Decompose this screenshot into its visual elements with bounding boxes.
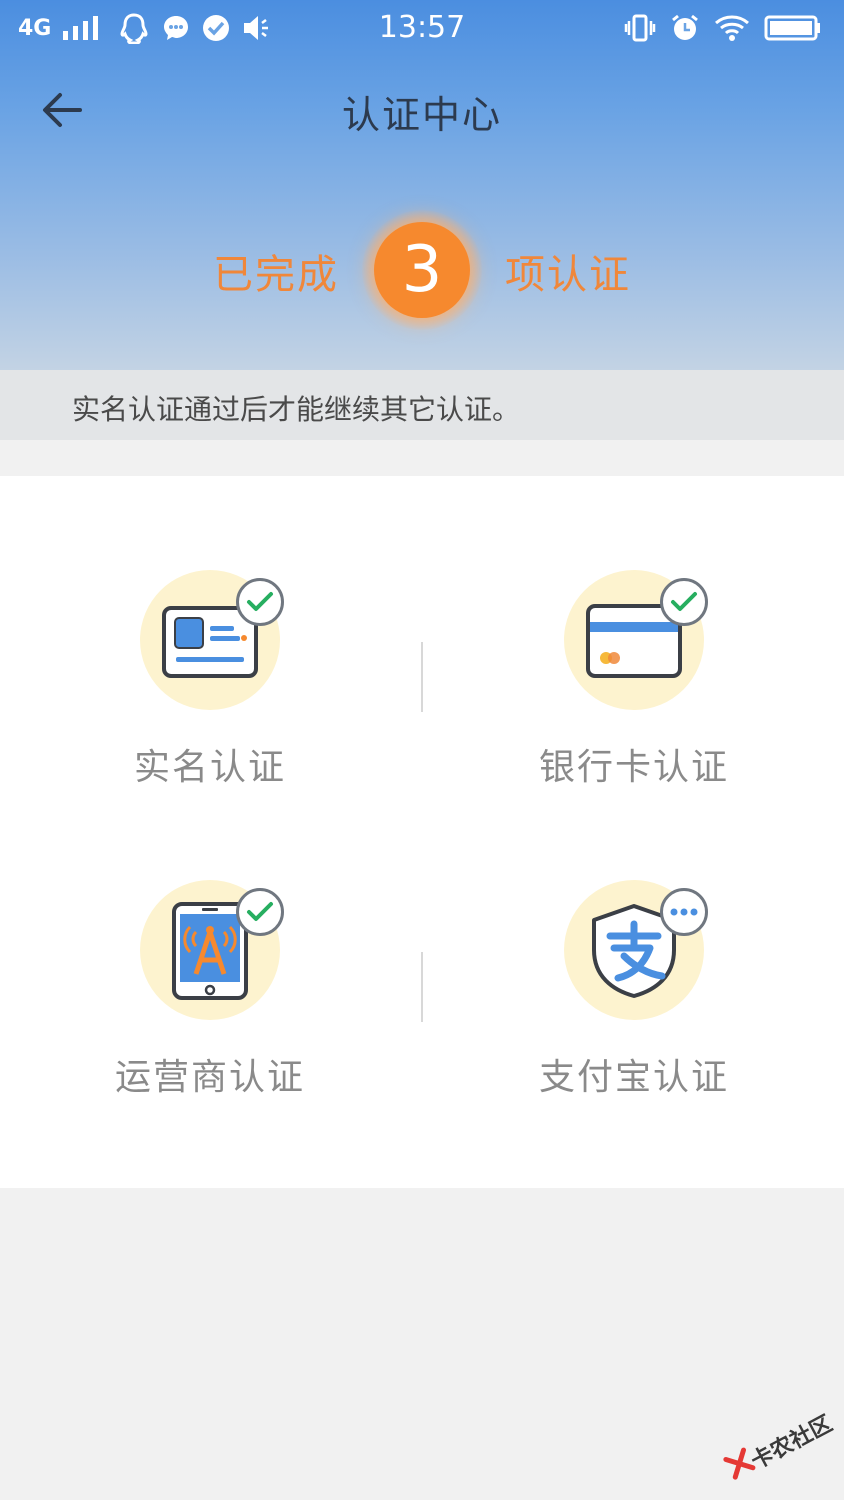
completed-count: 3 <box>374 222 470 318</box>
battery-icon <box>764 15 820 41</box>
verified-badge <box>236 578 284 626</box>
alipay-verification[interactable]: 支付宝认证 <box>484 880 784 1140</box>
real-name-verification[interactable]: 实名认证 <box>60 570 360 830</box>
vibrate-icon <box>624 14 656 42</box>
divider <box>421 642 423 712</box>
item-label: 实名认证 <box>133 747 286 788</box>
verified-badge <box>660 578 708 626</box>
watermark-text: 卡农社区 <box>747 1411 837 1475</box>
alarm-icon <box>672 14 698 40</box>
checkmark-icon <box>247 592 273 611</box>
status-bar: 4G 13:57 <box>0 0 844 56</box>
checkmark-icon <box>671 592 697 611</box>
more-dots-icon <box>670 908 698 916</box>
item-label: 运营商认证 <box>114 1057 305 1098</box>
page-title: 认证中心 <box>341 93 502 137</box>
bank-card-verification[interactable]: 银行卡认证 <box>484 570 784 830</box>
notice-text: 实名认证通过后才能继续其它认证。 <box>72 393 521 426</box>
item-label: 支付宝认证 <box>538 1057 729 1098</box>
watermark-logo: 卡农社区 <box>712 1390 842 1500</box>
wifi-icon <box>715 15 749 41</box>
verified-badge <box>236 888 284 936</box>
divider <box>421 952 423 1022</box>
verification-progress: 已完成 3 项认证 <box>0 200 844 330</box>
progress-prefix: 已完成 <box>213 252 339 298</box>
status-right <box>624 12 822 44</box>
pending-badge <box>660 888 708 936</box>
nav-bar: 认证中心 <box>0 70 844 150</box>
progress-suffix: 项认证 <box>505 252 631 298</box>
checkmark-icon <box>247 902 273 921</box>
notice-bar: 实名认证通过后才能继续其它认证。 <box>0 370 844 440</box>
item-label: 银行卡认证 <box>538 747 729 788</box>
carrier-verification[interactable]: 运营商认证 <box>60 880 360 1140</box>
verification-panel: 实名认证 银行卡认证 运营商认证 支付宝认证 <box>0 476 844 1188</box>
header: 4G 13:57 认证中心 已完成 3 项认证 <box>0 0 844 370</box>
